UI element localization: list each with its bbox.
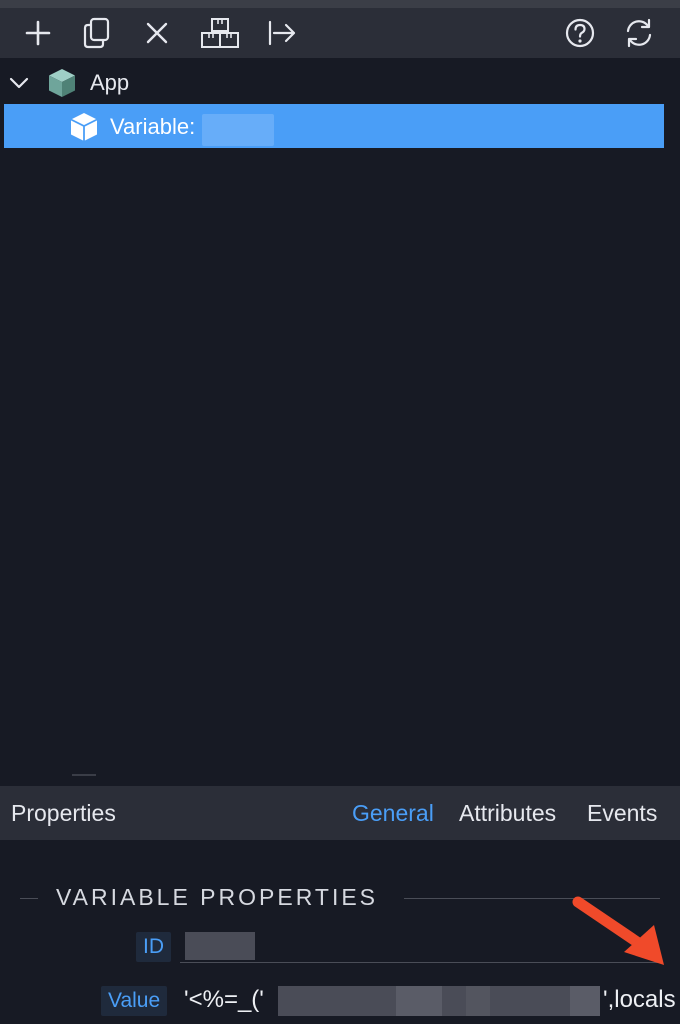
value-label: Value — [101, 986, 168, 1016]
add-button[interactable] — [21, 16, 55, 50]
delete-button[interactable] — [140, 16, 174, 50]
redacted-value — [466, 986, 490, 1016]
id-label: ID — [136, 932, 171, 962]
redacted-value — [442, 986, 466, 1016]
tab-events[interactable]: Events — [587, 800, 657, 827]
help-icon — [565, 18, 595, 48]
copy-button[interactable] — [80, 16, 114, 50]
tree-item-label: App — [90, 70, 130, 95]
boxes-icon — [201, 18, 239, 48]
value-field-suffix[interactable]: ',locals — [603, 986, 680, 1014]
redacted-value — [278, 986, 396, 1016]
help-button[interactable] — [563, 16, 597, 50]
move-to-icon — [268, 20, 296, 46]
redacted-value — [570, 986, 600, 1016]
refresh-button[interactable] — [622, 16, 656, 50]
tab-general[interactable]: General — [352, 800, 434, 827]
tab-attributes[interactable]: Attributes — [459, 800, 556, 827]
properties-title: Properties — [11, 800, 116, 826]
tree-item-label: Variable: — [110, 114, 196, 139]
value-field-prefix[interactable]: '<%=_(' — [184, 986, 264, 1014]
id-field[interactable] — [185, 932, 255, 960]
chevron-down-icon[interactable] — [8, 72, 30, 94]
group-button[interactable] — [198, 16, 242, 50]
section-title: VARIABLE PROPERTIES — [56, 884, 379, 910]
redacted-name — [202, 114, 274, 146]
copy-icon — [83, 17, 110, 49]
redacted-value — [396, 986, 442, 1016]
annotation-arrow-icon — [572, 896, 664, 965]
refresh-icon — [626, 18, 652, 48]
box-icon — [49, 69, 75, 97]
window-top-strip — [0, 0, 680, 8]
move-to-button[interactable] — [265, 16, 299, 50]
tree-item-app[interactable]: App — [0, 60, 680, 104]
properties-header: Properties General Attributes Events — [0, 786, 680, 840]
tree-item-variable[interactable]: Variable: — [4, 104, 664, 148]
splitter-handle[interactable] — [72, 774, 96, 776]
plus-icon — [25, 20, 51, 46]
box-icon — [70, 113, 98, 141]
divider — [20, 898, 38, 899]
close-icon — [146, 22, 168, 44]
redacted-value — [490, 986, 570, 1016]
toolbar — [0, 8, 680, 58]
component-tree: App Variable: — [0, 58, 680, 784]
